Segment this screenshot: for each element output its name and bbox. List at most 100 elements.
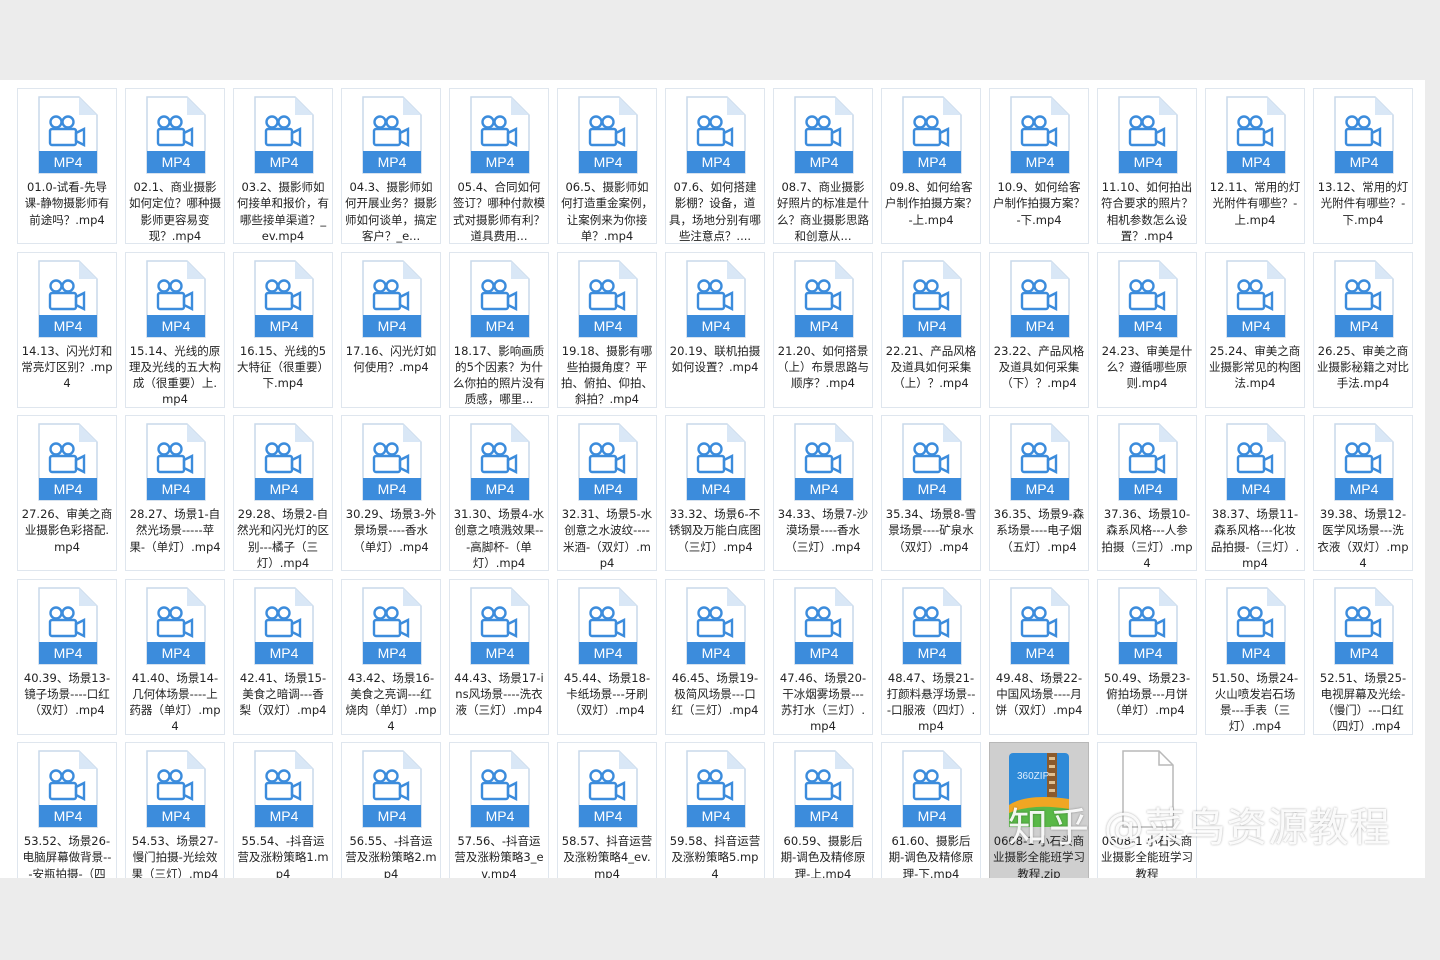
file-name: 20.19、联机拍摄如何设置？.mp4 xyxy=(669,343,761,374)
file-item[interactable]: MP4 12.11、常用的灯光附件有哪些？-上.mp4 xyxy=(1205,88,1305,244)
mp4-video-file-icon: MP4 xyxy=(1226,259,1286,338)
file-item[interactable]: MP4 36.35、场景9-森系场景----电子烟（五灯）.mp4 xyxy=(989,415,1089,571)
file-item[interactable]: MP4 45.44、场景18-卡纸场景---牙刷（双灯）.mp4 xyxy=(557,578,657,735)
svg-text:MP4: MP4 xyxy=(1242,645,1271,661)
file-item[interactable]: MP4 41.40、场景14-几何体场景----上药器（单灯）.mp4 xyxy=(125,578,225,735)
mp4-video-file-icon: MP4 xyxy=(362,750,422,828)
file-item[interactable]: MP4 32.31、场景5-水创意之水波纹----米酒-（双灯）.mp4 xyxy=(557,415,657,571)
file-item[interactable]: MP4 15.14、光线的原理及光线的五大构成（很重要）上.mp4 xyxy=(125,251,225,408)
svg-text:MP4: MP4 xyxy=(594,808,623,824)
mp4-video-file-icon: MP4 xyxy=(470,586,530,665)
svg-text:MP4: MP4 xyxy=(54,318,83,334)
file-item[interactable]: MP4 50.49、场景23-俯拍场景---月饼（单灯）.mp4 xyxy=(1097,578,1197,735)
file-item[interactable]: MP4 56.55、-抖音运营及涨粉策略2.mp4 xyxy=(341,742,441,878)
file-name: 44.43、场景17-ins风场景----洗衣液（三灯）.mp4 xyxy=(454,670,544,718)
file-item[interactable]: MP4 42.41、场景15-美食之暗调---香梨（双灯）.mp4 xyxy=(233,578,333,735)
file-item[interactable]: MP4 52.51、场景25-电视屏幕及光绘-（慢门）---口红（四灯）.mp4 xyxy=(1313,578,1413,735)
file-item[interactable]: MP4 46.45、场景19-极简风场景---口红（三灯）.mp4 xyxy=(665,578,765,735)
file-item[interactable]: MP4 18.17、影响画质的5个因素？为什么你拍的照片没有质感，哪里... xyxy=(449,251,549,408)
file-item[interactable]: MP4 10.9、如何给客户制作拍摄方案？-下.mp4 xyxy=(989,88,1089,244)
svg-text:MP4: MP4 xyxy=(702,318,731,334)
file-name: 39.38、场景12-医学风场景---洗衣液（双灯）.mp4 xyxy=(1317,507,1409,570)
file-item[interactable]: MP4 07.6、如何搭建影棚？设备，道具，场地分别有哪些注意点？.... xyxy=(665,88,765,244)
svg-text:MP4: MP4 xyxy=(486,481,515,497)
file-item[interactable]: MP4 30.29、场景3-外景场景----香水（单灯）.mp4 xyxy=(341,415,441,571)
svg-text:MP4: MP4 xyxy=(270,318,299,334)
file-item[interactable]: MP4 44.43、场景17-ins风场景----洗衣液（三灯）.mp4 xyxy=(449,578,549,735)
file-item[interactable]: MP4 23.22、产品风格及道具如何采集（下）？.mp4 xyxy=(989,251,1089,408)
file-name: 32.31、场景5-水创意之水波纹----米酒-（双灯）.mp4 xyxy=(561,507,653,570)
file-name: 06.5、摄影师如何打造重金案例，让案例来为你接单？.mp4 xyxy=(561,180,653,243)
file-item[interactable]: MP4 29.28、场景2-自然光和闪光灯的区别---橘子（三灯）.mp4 xyxy=(233,415,333,571)
file-item[interactable]: MP4 40.39、场景13-镜子场景----口红（双灯）.mp4 xyxy=(17,578,117,735)
file-item[interactable]: MP4 11.10、如何拍出符合要求的照片？相机参数怎么设置？.mp4 xyxy=(1097,88,1197,244)
file-item[interactable]: MP4 38.37、场景11-森系风格---化妆品拍摄-（三灯）.mp4 xyxy=(1205,415,1305,571)
svg-text:MP4: MP4 xyxy=(1026,645,1055,661)
file-item[interactable]: MP4 02.1、商业摄影如何定位？哪种摄影师更容易变现？.mp4 xyxy=(125,88,225,244)
file-item[interactable]: MP4 28.27、场景1-自然光场景-----苹果-（单灯）.mp4 xyxy=(125,415,225,571)
file-item[interactable]: MP4 49.48、场景22-中国风场景----月饼（双灯）.mp4 xyxy=(989,578,1089,735)
file-name: 09.8、如何给客户制作拍摄方案？-上.mp4 xyxy=(885,180,977,227)
file-item[interactable]: MP4 54.53、场景27-慢门拍摄-光绘效果（三灯）.mp4 xyxy=(125,742,225,878)
mp4-video-file-icon: MP4 xyxy=(146,96,206,174)
file-name: 22.21、产品风格及道具如何采集（上）？.mp4 xyxy=(885,343,977,391)
svg-text:MP4: MP4 xyxy=(594,318,623,334)
file-item[interactable]: MP4 06.5、摄影师如何打造重金案例，让案例来为你接单？.mp4 xyxy=(557,88,657,244)
svg-text:MP4: MP4 xyxy=(1134,154,1163,170)
file-item[interactable]: MP4 48.47、场景21-打颜料悬浮场景---口服液（四灯）.mp4 xyxy=(881,578,981,735)
file-grid: MP4 01.0-试看-先导课-静物摄影师有前途吗？.mp4 MP4 02.1、商业摄… xyxy=(12,88,1416,878)
file-item[interactable]: MP4 01.0-试看-先导课-静物摄影师有前途吗？.mp4 xyxy=(17,88,117,244)
file-name: 19.18、摄影有哪些拍摄角度？平拍、俯拍、仰拍、斜拍？.mp4 xyxy=(561,343,653,407)
file-item[interactable]: MP4 26.25、审美之商业摄影秘籍之对比手法.mp4 xyxy=(1313,251,1413,408)
file-item[interactable]: MP4 51.50、场景24-火山喷发岩石场景---手表（三灯）.mp4 xyxy=(1205,578,1305,735)
file-item[interactable]: MP4 59.58、抖音运营及涨粉策略5.mp4 xyxy=(665,742,765,878)
file-name: 05.4、合同如何签订？哪种付款模式对摄影师有利？道具费用... xyxy=(453,180,545,243)
file-name: 10.9、如何给客户制作拍摄方案？-下.mp4 xyxy=(993,180,1085,227)
file-name: 17.16、闪光灯如何使用？.mp4 xyxy=(345,343,437,374)
file-item[interactable]: MP4 53.52、场景26-电脑屏幕做背景---安瓶拍摄-（四 xyxy=(17,742,117,878)
file-item[interactable]: MP4 16.15、光线的5大特征（很重要）下.mp4 xyxy=(233,251,333,408)
file-item[interactable]: MP4 35.34、场景8-雪景场景----矿泉水（双灯）.mp4 xyxy=(881,415,981,571)
file-name: 50.49、场景23-俯拍场景---月饼（单灯）.mp4 xyxy=(1103,670,1191,718)
file-item[interactable]: MP4 14.13、闪光灯和常亮灯区别？.mp4 xyxy=(17,251,117,408)
svg-text:MP4: MP4 xyxy=(1134,481,1163,497)
mp4-video-file-icon: MP4 xyxy=(1226,96,1286,174)
file-item[interactable]: MP4 21.20、如何搭景（上）布景思路与顺序？.mp4 xyxy=(773,251,873,408)
file-item[interactable]: MP4 24.23、审美是什么？遵循哪些原则.mp4 xyxy=(1097,251,1197,408)
file-item[interactable]: MP4 60.59、摄影后期-调色及精修原理-上.mp4 xyxy=(773,742,873,878)
file-item[interactable]: MP4 31.30、场景4-水创意之喷溅效果---高脚杯-（单灯）.mp4 xyxy=(449,415,549,571)
file-item[interactable]: MP4 27.26、审美之商业摄影色彩搭配.mp4 xyxy=(17,415,117,571)
file-item[interactable]: MP4 43.42、场景16-美食之亮调---红烧肉（单灯）.mp4 xyxy=(341,578,441,735)
file-name: 45.44、场景18-卡纸场景---牙刷（双灯）.mp4 xyxy=(563,670,651,718)
file-item[interactable]: MP4 08.7、商业摄影好照片的标准是什么？商业摄影思路和创意从... xyxy=(773,88,873,244)
file-item[interactable]: MP4 20.19、联机拍摄如何设置？.mp4 xyxy=(665,251,765,408)
file-item[interactable]: MP4 61.60、摄影后期-调色及精修原理-下.mp4 xyxy=(881,742,981,878)
file-name: 60.59、摄影后期-调色及精修原理-上.mp4 xyxy=(780,834,866,878)
file-item[interactable]: MP4 22.21、产品风格及道具如何采集（上）？.mp4 xyxy=(881,251,981,408)
file-name: 57.56、-抖音运营及涨粉策略3_ev.mp4 xyxy=(454,834,544,878)
file-item[interactable]: MP4 05.4、合同如何签订？哪种付款模式对摄影师有利？道具费用... xyxy=(449,88,549,244)
file-item[interactable]: MP4 37.36、场景10-森系风格---人参拍摄（三灯）.mp4 xyxy=(1097,415,1197,571)
file-item[interactable]: MP4 09.8、如何给客户制作拍摄方案？-上.mp4 xyxy=(881,88,981,244)
file-name: 14.13、闪光灯和常亮灯区别？.mp4 xyxy=(21,343,113,391)
file-item[interactable]: MP4 17.16、闪光灯如何使用？.mp4 xyxy=(341,251,441,408)
svg-text:MP4: MP4 xyxy=(1026,318,1055,334)
svg-text:MP4: MP4 xyxy=(162,808,191,824)
file-item[interactable]: MP4 33.32、场景6-不锈钢及万能白底图（三灯）.mp4 xyxy=(665,415,765,571)
svg-text:MP4: MP4 xyxy=(702,154,731,170)
file-item[interactable]: MP4 13.12、常用的灯光附件有哪些？-下.mp4 xyxy=(1313,88,1413,244)
file-item[interactable]: MP4 47.46、场景20-干冰烟雾场景---苏打水（三灯）.mp4 xyxy=(773,578,873,735)
file-item[interactable]: MP4 03.2、摄影师如何接单和报价，有哪些接单渠道？_ev.mp4 xyxy=(233,88,333,244)
file-item[interactable]: MP4 04.3、摄影师如何开展业务？摄影师如何谈单，搞定客户？_e... xyxy=(341,88,441,244)
file-item[interactable]: MP4 58.57、抖音运营及涨粉策略4_ev.mp4 xyxy=(557,742,657,878)
mp4-video-file-icon: MP4 xyxy=(1334,96,1394,174)
vertical-scrollbar[interactable] xyxy=(1425,80,1440,878)
file-item[interactable]: MP4 55.54、-抖音运营及涨粉策略1.mp4 xyxy=(233,742,333,878)
file-item[interactable]: MP4 19.18、摄影有哪些拍摄角度？平拍、俯拍、仰拍、斜拍？.mp4 xyxy=(557,251,657,408)
svg-text:MP4: MP4 xyxy=(378,318,407,334)
file-item[interactable]: MP4 39.38、场景12-医学风场景---洗衣液（双灯）.mp4 xyxy=(1313,415,1413,571)
file-item[interactable]: MP4 34.33、场景7-沙漠场景----香水（三灯）.mp4 xyxy=(773,415,873,571)
file-item[interactable]: MP4 25.24、审美之商业摄影常见的构图法.mp4 xyxy=(1205,251,1305,408)
file-item[interactable]: MP4 57.56、-抖音运营及涨粉策略3_ev.mp4 xyxy=(449,742,549,878)
svg-text:MP4: MP4 xyxy=(594,481,623,497)
